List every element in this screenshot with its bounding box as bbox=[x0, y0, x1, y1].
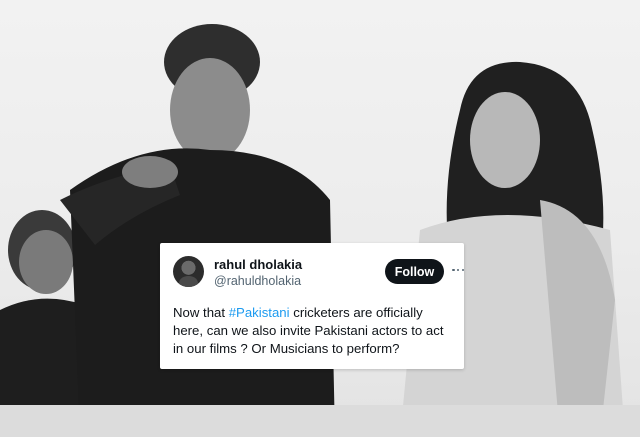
follow-button[interactable]: Follow bbox=[385, 259, 444, 284]
background-photo bbox=[0, 0, 640, 437]
author-info: rahul dholakia @rahuldholakia bbox=[214, 257, 302, 289]
hashtag-link[interactable]: #Pakistani bbox=[229, 305, 290, 320]
person-center bbox=[60, 24, 335, 437]
author-handle[interactable]: @rahuldholakia bbox=[214, 273, 302, 289]
author-display-name[interactable]: rahul dholakia bbox=[214, 257, 302, 273]
more-horizontal-icon[interactable] bbox=[452, 264, 464, 276]
profile-avatar[interactable] bbox=[173, 256, 204, 287]
tweet-header: rahul dholakia @rahuldholakia Follow bbox=[173, 256, 464, 294]
photo-scene bbox=[0, 24, 640, 437]
tweet-text-start: Now that bbox=[173, 305, 229, 320]
tweet-text: Now that #Pakistani cricketers are offic… bbox=[173, 304, 455, 358]
railing bbox=[0, 405, 640, 437]
tweet-card[interactable]: rahul dholakia @rahuldholakia Follow Now… bbox=[160, 243, 464, 369]
